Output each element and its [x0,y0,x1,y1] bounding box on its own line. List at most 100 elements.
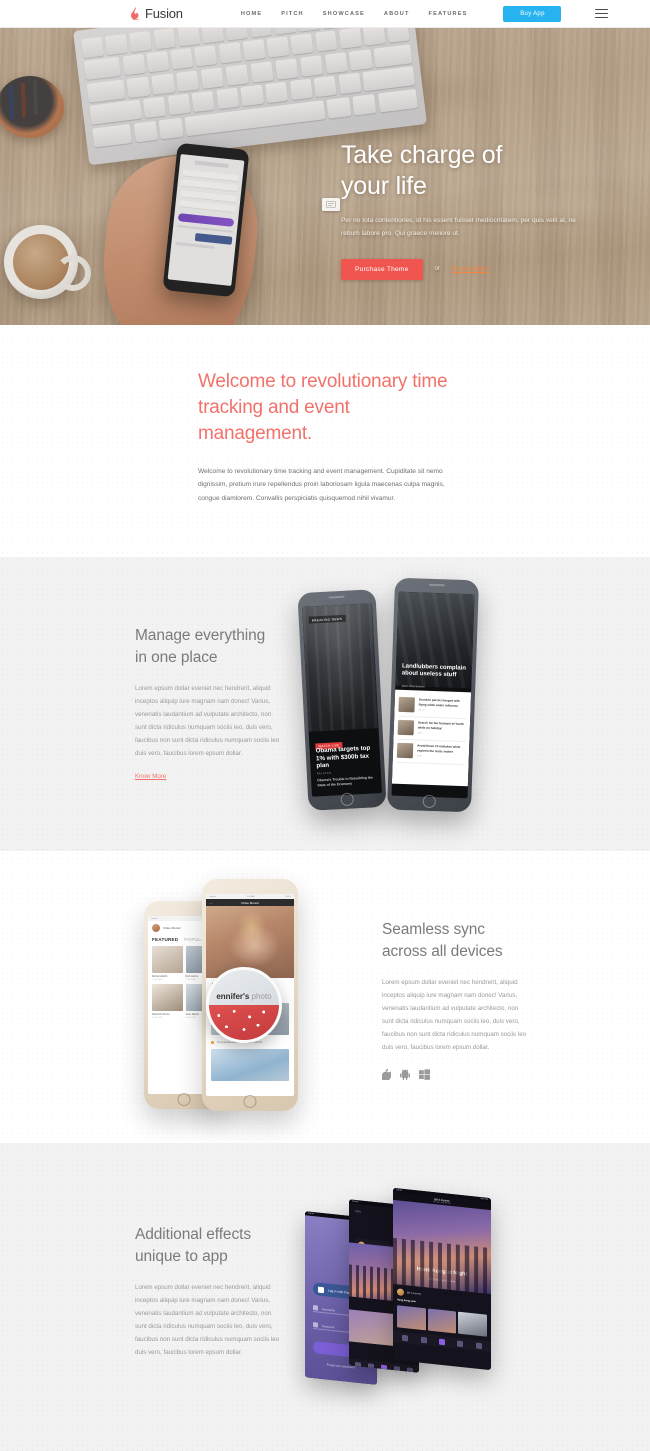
status-carrier: Carrier [209,895,216,898]
feed-card[interactable]: Michel Adolfo 5 Jan 2016 [152,946,183,981]
nav-item-home[interactable]: HOME [241,11,262,17]
tab-featured[interactable]: FEATURED [152,937,178,942]
tab-search-icon [420,1336,427,1344]
related-label: RELATED [316,771,332,776]
news-list-item[interactable]: Drunken parrot charged with flying while… [398,693,467,720]
brand-logo[interactable]: Fusion [130,6,183,21]
hero-title-line1: Take charge of [341,141,503,169]
manage-heading-line2: in one place [135,649,218,667]
purchase-theme-button[interactable]: Purchase Theme [341,258,423,280]
windows-icon[interactable] [419,1069,430,1080]
news-headline: Obama targets top 1% with $300b tax plan [315,744,371,770]
status-time: 9:41 AM [246,895,255,898]
news-item-meta: 24 17 [418,708,425,713]
phone-mockup-main: Carrier 9:41 AM Bill S Kenney Of The Coa… [393,1188,491,1371]
tab-home-icon [402,1334,409,1342]
home-button-icon [340,792,355,807]
sync-heading-line2: across all devices [382,942,503,960]
avatar [397,1288,404,1297]
feed-card-date: 5 Jan 2016 [152,979,163,982]
manage-section: Manage everything in one place Lorem eps… [0,557,650,852]
nav-item-features[interactable]: FEATURES [429,11,468,17]
hero-title: Take charge of your life [341,140,611,202]
hero-know-more-link[interactable]: Know More [452,266,489,273]
android-icon[interactable] [400,1069,410,1080]
photo-subtitle: Bill S Kenney 13 hours [428,1277,456,1284]
main-navigation: HOME PITCH SHOWCASE ABOUT FEATURES Buy A… [241,5,609,22]
feed-card-date: 3 Jan 2016 [152,1017,163,1020]
phone-mockup-news-left: BREAKING NEWS WATCH LIVE Obama targets t… [297,589,387,812]
magnifier-light-text: photo [251,992,272,1002]
news-feature-headline: Landlubbers complain about useless stuff [401,663,467,679]
brand-name: Fusion [145,6,183,21]
sync-heading-line1: Seamless sync [382,920,485,938]
purple-phones-mockup: Carrier 9:41 AM f Log in with Facebook U… [299,1188,509,1391]
flame-icon [130,7,141,20]
home-button-icon [243,1095,257,1109]
status-carrier: Carrier [151,917,158,920]
arrow-left-icon[interactable]: ← [210,901,213,905]
nav-item-about[interactable]: ABOUT [384,11,410,17]
effects-copy: Additional effects unique to app Lorem e… [135,1224,295,1359]
feed-user-name: Bill S Kenney [407,1291,422,1297]
apple-icon[interactable] [382,1068,391,1080]
effects-heading-line2: unique to app [135,1247,228,1265]
home-button-icon [422,794,437,809]
feed-card-caption: David De Rosa [152,1013,170,1017]
news-item-title: Drunken parrot charged with flying while… [418,698,460,708]
dark-phones-mockup: BREAKING NEWS WATCH LIVE Obama targets t… [297,577,503,829]
sync-paragraph: Lorem epsum dollar eveniet nec hendrerit… [382,978,527,1051]
effects-paragraph: Lorem epsum dollar eveniet nec hendrerit… [135,1283,280,1356]
feed-card-caption: Michel Adolfo [152,975,168,979]
sync-copy: Seamless sync across all devices Lorem e… [382,919,552,1080]
or-separator: or [434,266,440,273]
home-button-icon [177,1093,191,1107]
news-list-item[interactable]: Avoid these 10 mistakes while explorin t… [396,739,466,766]
buy-app-button[interactable]: Buy App [503,5,562,22]
photo-title: Honk Kong at Night [416,1266,468,1278]
welcome-section: Welcome to revolutionary time tracking a… [0,325,650,558]
news-list: Drunken parrot charged with flying while… [391,689,472,787]
nav-item-pitch[interactable]: PITCH [281,11,304,17]
landing-page: Fusion HOME PITCH SHOWCASE ABOUT FEATURE… [0,0,650,1451]
hero-section: Take charge of your life Per no tota con… [0,28,650,325]
social-username: Chloe Moretz [163,926,181,931]
card-icon [322,198,340,211]
magnifier-zoom-overlay: ennifer's photo [206,967,282,1044]
profile-nav-title: Chloe Moretz [241,900,259,905]
tab-add-icon [438,1338,445,1346]
news-item-meta: 36 7 [417,731,423,736]
hero-actions: Purchase Theme or Know More [341,258,611,280]
magnifier-bold-text: ennifer's [216,992,250,1002]
news-list-item[interactable]: Search for the fountain of Youth while o… [397,716,467,743]
manage-know-more-link[interactable]: Know More [135,773,166,780]
welcome-paragraph: Welcome to revolutionary time tracking a… [198,467,445,502]
feed-card[interactable]: David De Rosa 3 Jan 2016 [152,984,183,1019]
hero-content: Take charge of your life Per no tota con… [322,140,611,280]
facebook-icon: f [318,1286,324,1293]
hamburger-menu-icon[interactable] [595,9,609,18]
main-hero-photo: Honk Kong at Night Bill S Kenney 13 hour… [393,1200,491,1295]
hero-paragraph: Per no tota contentiones, id his essent … [341,217,576,237]
effects-heading: Additional effects unique to app [135,1224,295,1268]
news-item-title: Search for the fountain of Youth while o… [417,721,464,731]
manage-paragraph: Lorem epsum dollar eveniet nec hendrerit… [135,685,280,758]
status-battery: 100% [285,895,291,898]
lock-icon [313,1322,318,1328]
manage-copy: Manage everything in one place Lorem eps… [135,625,295,783]
sync-heading: Seamless sync across all devices [382,919,552,963]
effects-heading-line1: Additional effects [135,1225,251,1243]
tab-activity-icon [457,1340,464,1347]
news-item-meta: 52 9 [416,754,422,759]
avatar [152,924,160,933]
activity-image [211,1049,289,1082]
platform-icons [382,1068,552,1080]
username-placeholder: Username [322,1306,335,1313]
light-phones-mockup: Carrier 9:41 AM Chloe Moretz FEATURED PO… [140,879,340,1119]
phone-mockup-news-right: Landlubbers complain about useless stuff… [386,577,480,813]
hero-title-line2: your life [341,172,427,200]
nav-item-showcase[interactable]: SHOWCASE [323,11,365,17]
manage-heading-line1: Manage everything [135,627,266,645]
news-item-title: Avoid these 10 mistakes while explorin t… [416,744,461,754]
sync-section: Carrier 9:41 AM Chloe Moretz FEATURED PO… [0,851,650,1144]
